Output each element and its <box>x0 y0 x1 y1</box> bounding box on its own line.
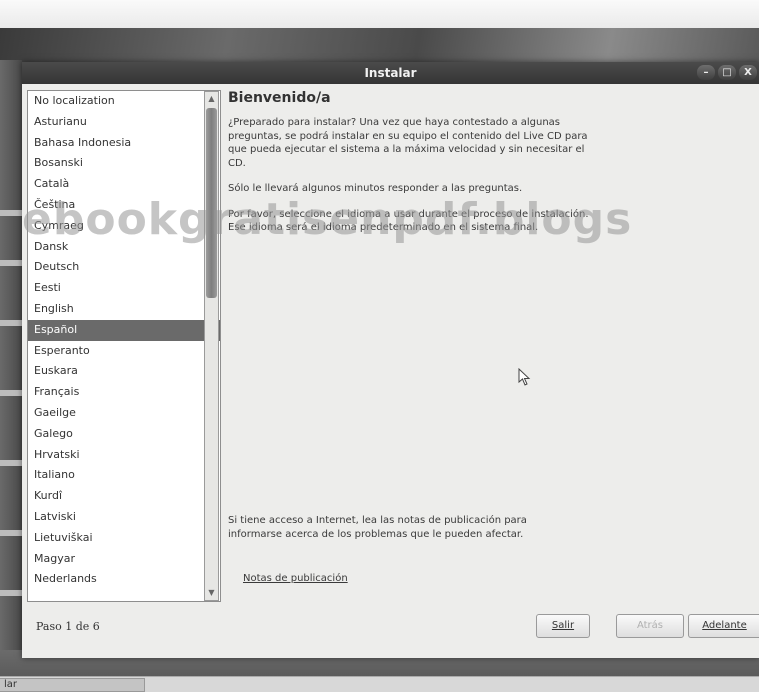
language-item[interactable]: Deutsch <box>28 257 220 278</box>
language-item[interactable]: Bahasa Indonesia <box>28 133 220 154</box>
language-item[interactable]: English <box>28 299 220 320</box>
back-button[interactable]: Atrás <box>616 614 684 638</box>
taskbar: lar <box>0 676 759 692</box>
release-notes-text: Si tiene acceso a Internet, lea las nota… <box>228 515 527 540</box>
language-item[interactable]: Italiano <box>28 465 220 486</box>
watermark-text: ebookgratisenpdf.blogs <box>22 194 633 245</box>
window-controls: – □ X <box>697 65 757 81</box>
step-indicator: Paso 1 de 6 <box>36 620 100 633</box>
language-item[interactable]: Français <box>28 382 220 403</box>
language-item[interactable]: No localization <box>28 91 220 112</box>
maximize-button[interactable]: □ <box>718 65 736 80</box>
desktop-left-edge <box>0 60 22 650</box>
release-notes-link[interactable]: Notas de publicación <box>243 573 348 584</box>
language-item[interactable]: Magyar <box>28 549 220 570</box>
desktop-top-area <box>0 0 759 30</box>
intro-paragraph: ¿Preparado para instalar? Una vez que ha… <box>228 117 588 169</box>
window-titlebar[interactable]: Instalar – □ X <box>22 62 759 84</box>
language-item[interactable]: Lietuviškai <box>28 528 220 549</box>
language-item[interactable]: Español <box>28 319 220 341</box>
language-item[interactable]: Esperanto <box>28 341 220 362</box>
language-item[interactable]: Euskara <box>28 361 220 382</box>
language-item[interactable]: Gaeilge <box>28 403 220 424</box>
forward-button[interactable]: Adelante <box>688 614 759 638</box>
close-button[interactable]: X <box>739 65 757 80</box>
installer-window: Instalar – □ X No localization Asturianu B… <box>22 62 759 658</box>
minimize-button[interactable]: – <box>697 65 715 80</box>
page-title: Bienvenido/a <box>228 90 331 106</box>
quit-button[interactable]: Salir <box>536 614 590 638</box>
window-title: Instalar <box>364 66 417 80</box>
taskbar-item-installer[interactable]: lar <box>0 678 145 692</box>
welcome-content: Bienvenido/a ¿Preparado para instalar? U… <box>228 90 748 610</box>
language-item[interactable]: Latviski <box>28 507 220 528</box>
language-item[interactable]: Eesti <box>28 278 220 299</box>
scroll-up-icon[interactable]: ▲ <box>205 92 218 106</box>
language-list[interactable]: No localization Asturianu Bahasa Indonesia… <box>27 90 221 602</box>
language-item[interactable]: Asturianu <box>28 112 220 133</box>
language-item[interactable]: Bosanski <box>28 153 220 174</box>
language-item[interactable]: Nederlands <box>28 569 220 590</box>
language-item[interactable]: Galego <box>28 424 220 445</box>
scroll-down-icon[interactable]: ▼ <box>205 586 218 600</box>
language-list-scrollbar[interactable]: ▲ ▼ <box>204 91 219 601</box>
language-item[interactable]: Hrvatski <box>28 445 220 466</box>
language-item[interactable]: Català <box>28 174 220 195</box>
language-item[interactable]: Kurdî <box>28 486 220 507</box>
mouse-pointer-icon <box>518 368 531 386</box>
